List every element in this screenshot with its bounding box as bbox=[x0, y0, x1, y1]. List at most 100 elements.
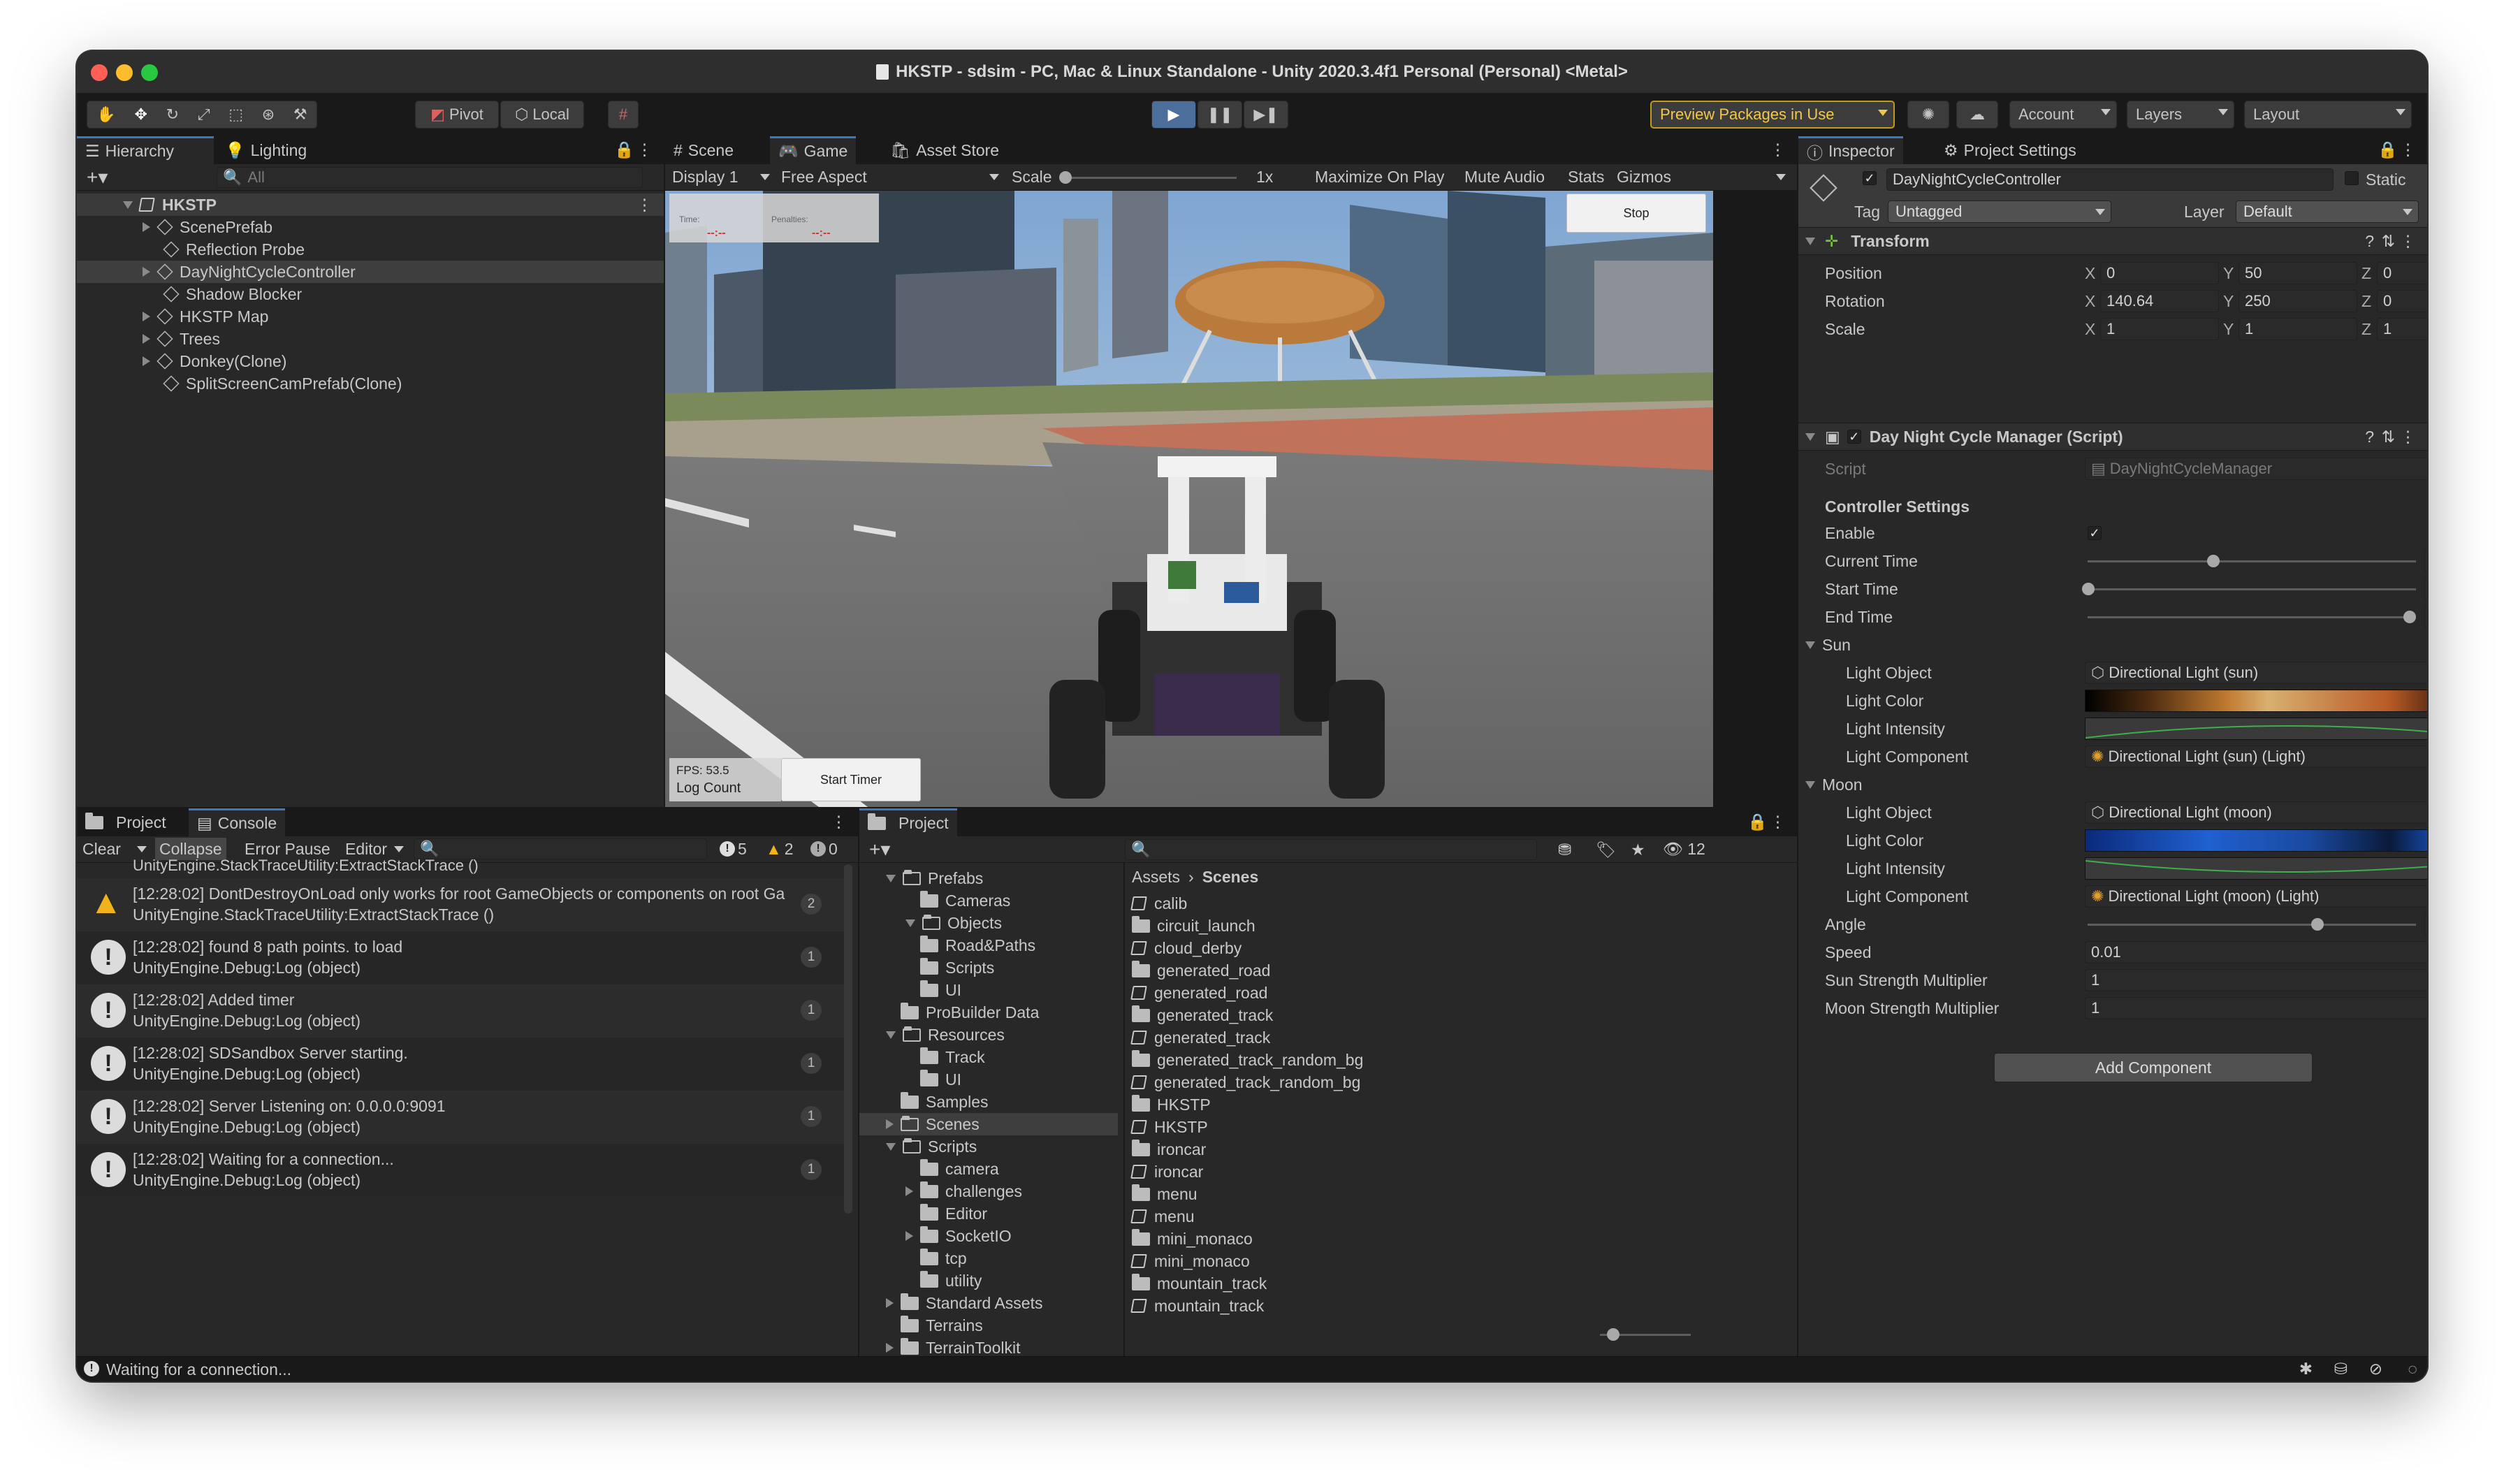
tab-lighting[interactable]: 💡 Lighting bbox=[217, 136, 315, 164]
transform-header[interactable]: ✛ Transform ? ⇅ ⋮ bbox=[1798, 227, 2427, 255]
expand-arrow-icon[interactable] bbox=[143, 334, 150, 344]
expand-arrow-icon[interactable] bbox=[1805, 780, 1815, 789]
transform-rotation-z-field[interactable]: 0 bbox=[2377, 290, 2427, 312]
start-timer-button[interactable]: Start Timer bbox=[781, 758, 921, 801]
expand-arrow-icon[interactable] bbox=[886, 1298, 894, 1308]
mute-audio-button[interactable]: Mute Audio bbox=[1464, 166, 1545, 188]
move-tool-icon[interactable]: ✥ bbox=[135, 106, 147, 124]
console-entry[interactable]: ! [12:28:02] SDSandbox Server starting. Un… bbox=[77, 1038, 845, 1091]
tab-scene[interactable]: # Scene bbox=[665, 136, 742, 164]
project-tree-folder[interactable]: TerrainToolkit bbox=[859, 1337, 1118, 1356]
panel-menu-icon[interactable]: ⋮ bbox=[1770, 140, 1786, 159]
panel-menu-icon[interactable]: ⋮ bbox=[1770, 813, 1786, 831]
stop-button[interactable]: Stop bbox=[1566, 194, 1706, 233]
slider-knob[interactable] bbox=[2403, 611, 2416, 623]
expand-arrow-icon[interactable] bbox=[1805, 432, 1815, 441]
transform-tools[interactable]: ✋ ✥ ↻ ⤢ ⬚ ⊛ ⚒ bbox=[87, 101, 317, 129]
preview-packages-dropdown[interactable]: Preview Packages in Use bbox=[1650, 101, 1895, 129]
clear-button[interactable]: Clear bbox=[82, 838, 121, 860]
sun-color-gradient[interactable] bbox=[2085, 690, 2427, 712]
component-menu-icon[interactable]: ⋮ bbox=[2400, 428, 2416, 446]
custom-tool-icon[interactable]: ⚒ bbox=[293, 106, 307, 124]
expand-arrow-icon[interactable] bbox=[886, 1119, 894, 1129]
tab-asset-store[interactable]: 🛍 Asset Store bbox=[882, 136, 1007, 164]
start-time-slider[interactable] bbox=[2088, 588, 2416, 590]
project-tree-folder[interactable]: Scripts bbox=[859, 1135, 1118, 1158]
cache-icon[interactable]: ⛁ bbox=[2334, 1360, 2348, 1378]
aspect-dropdown[interactable]: Free Aspect bbox=[781, 166, 867, 188]
hand-tool-icon[interactable]: ✋ bbox=[96, 106, 115, 124]
project-tree-folder[interactable]: Prefabs bbox=[859, 867, 1118, 889]
object-name-field[interactable]: DayNightCycleController bbox=[1886, 168, 2334, 191]
speed-field[interactable]: 0.01 bbox=[2085, 941, 2427, 963]
expand-arrow-icon[interactable] bbox=[886, 1142, 896, 1151]
expand-arrow-icon[interactable] bbox=[905, 1231, 913, 1241]
console-entry[interactable]: ▲ [12:28:02] DontDestroyOnLoad only works… bbox=[77, 878, 845, 931]
expand-arrow-icon[interactable] bbox=[143, 356, 150, 366]
expand-arrow-icon[interactable] bbox=[143, 222, 150, 232]
tab-hierarchy[interactable]: ☰ Hierarchy bbox=[77, 136, 214, 164]
project-file-item[interactable]: ironcar bbox=[1130, 1161, 1761, 1183]
sun-group-foldout[interactable]: Sun bbox=[1805, 634, 1851, 656]
sun-intensity-curve[interactable] bbox=[2085, 718, 2427, 740]
moon-group-foldout[interactable]: Moon bbox=[1805, 773, 1863, 796]
project-tree-folder[interactable]: Scripts bbox=[859, 956, 1118, 979]
step-button[interactable]: ▶❚ bbox=[1244, 101, 1288, 129]
slider-knob[interactable] bbox=[2082, 583, 2095, 595]
project-tree-folder[interactable]: Road&Paths bbox=[859, 934, 1118, 956]
slider-knob[interactable] bbox=[2207, 555, 2220, 567]
hierarchy-item[interactable]: DayNightCycleController bbox=[77, 261, 664, 283]
favorite-star-icon[interactable]: ★ bbox=[1631, 841, 1645, 859]
hierarchy-item[interactable]: Trees bbox=[77, 328, 664, 350]
rotate-tool-icon[interactable]: ↻ bbox=[166, 106, 179, 124]
transform-rotation-x-field[interactable]: 140.64 bbox=[2100, 290, 2219, 312]
help-icon[interactable]: ? bbox=[2365, 428, 2374, 446]
console-entry[interactable]: ! [12:28:02] Server Listening on: 0.0.0.0… bbox=[77, 1091, 845, 1144]
local-toggle[interactable]: ⬡ Local bbox=[500, 101, 584, 129]
scene-menu-icon[interactable]: ⋮ bbox=[636, 196, 653, 214]
bug-icon[interactable]: ✱ bbox=[2299, 1360, 2313, 1378]
moon-light-object-field[interactable]: ⬡Directional Light (moon)◉ bbox=[2085, 801, 2427, 824]
layer-dropdown[interactable]: Default bbox=[2236, 201, 2419, 223]
error-count-toggle[interactable]: ! 0 bbox=[810, 838, 838, 860]
expand-arrow-icon[interactable] bbox=[905, 1186, 913, 1196]
component-menu-icon[interactable]: ⋮ bbox=[2400, 232, 2416, 251]
project-tree-folder[interactable]: Scenes bbox=[859, 1113, 1118, 1135]
account-dropdown[interactable]: Account bbox=[2009, 101, 2117, 129]
transform-tool-icon[interactable]: ⊛ bbox=[262, 106, 275, 124]
rect-tool-icon[interactable]: ⬚ bbox=[228, 106, 243, 124]
end-time-slider[interactable] bbox=[2088, 616, 2416, 618]
project-file-item[interactable]: mountain_track bbox=[1132, 1272, 1761, 1295]
expand-arrow-icon[interactable] bbox=[886, 1031, 896, 1039]
enable-checkbox[interactable]: ✓ bbox=[2088, 526, 2102, 540]
lock-icon[interactable]: 🔒 bbox=[1747, 813, 1768, 831]
console-scrollbar[interactable] bbox=[844, 864, 852, 1214]
angle-field[interactable]: 250 bbox=[2424, 913, 2427, 936]
project-file-item[interactable]: generated_track_random_bg bbox=[1132, 1049, 1761, 1071]
project-file-item[interactable]: menu bbox=[1132, 1183, 1761, 1205]
tab-console[interactable]: ▤ Console bbox=[189, 808, 286, 836]
collab-button[interactable]: ✺ bbox=[1907, 101, 1949, 129]
component-enabled-checkbox[interactable]: ✓ bbox=[1847, 430, 1861, 444]
project-tree-folder[interactable]: utility bbox=[859, 1270, 1118, 1292]
panel-menu-icon[interactable]: ⋮ bbox=[636, 140, 653, 159]
project-file-item[interactable]: generated_track_random_bg bbox=[1130, 1071, 1761, 1093]
grid-snap-button[interactable]: # bbox=[608, 101, 639, 129]
icon-size-slider-knob[interactable] bbox=[1607, 1328, 1619, 1341]
display-dropdown[interactable]: Display 1 bbox=[672, 166, 738, 188]
cloud-button[interactable]: ☁ bbox=[1956, 101, 1998, 129]
pivot-toggle[interactable]: ◩ Pivot bbox=[415, 101, 499, 129]
scale-slider[interactable] bbox=[1062, 177, 1237, 179]
project-tree-folder[interactable]: Track bbox=[859, 1046, 1118, 1068]
console-entry[interactable]: ! [12:28:02] Added timer UnityEngine.Debug… bbox=[77, 984, 845, 1038]
moon-mult-field[interactable]: 1 bbox=[2085, 997, 2427, 1019]
pause-button[interactable]: ❚❚ bbox=[1198, 101, 1242, 129]
project-file-item[interactable]: HKSTP bbox=[1130, 1116, 1761, 1138]
hierarchy-item[interactable]: Reflection Probe bbox=[77, 238, 664, 261]
sun-light-object-field[interactable]: ⬡Directional Light (sun)◉ bbox=[2085, 662, 2427, 684]
preset-icon[interactable]: ⇅ bbox=[2382, 232, 2395, 251]
project-file-item[interactable]: generated_track bbox=[1132, 1004, 1761, 1026]
tab-game[interactable]: 🎮 Game bbox=[770, 136, 857, 164]
close-window-button[interactable] bbox=[91, 64, 108, 81]
project-file-item[interactable]: generated_track bbox=[1130, 1026, 1761, 1049]
